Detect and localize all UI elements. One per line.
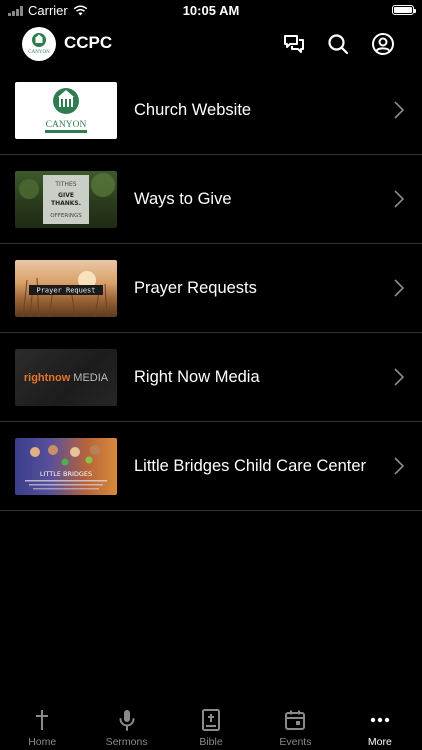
app-header: CANYON CCPC — [0, 22, 422, 66]
tab-label: More — [367, 736, 392, 748]
microphone-icon — [119, 710, 135, 731]
tab-sermons[interactable]: Sermons — [84, 700, 168, 750]
svg-text:TITHES: TITHES — [54, 181, 76, 188]
status-bar: Carrier 10:05 AM — [0, 0, 422, 22]
status-time: 10:05 AM — [182, 3, 240, 18]
svg-text:THANKS.: THANKS. — [51, 200, 81, 207]
list-item-label: Church Website — [134, 101, 252, 119]
list-item-right-now-media[interactable]: rightnow MEDIA Right Now Media — [0, 333, 422, 422]
church-website-thumbnail: CANYON — [15, 82, 117, 139]
svg-text:CANYON: CANYON — [46, 120, 87, 130]
list-item-prayer-requests[interactable]: Prayer Request Prayer Requests — [0, 244, 422, 333]
list-item-label: Little Bridges Child Care Center — [134, 457, 367, 475]
chat-icon[interactable] — [282, 32, 306, 56]
chevron-right-icon — [394, 368, 404, 386]
prayer-requests-thumbnail: Prayer Request — [15, 260, 117, 317]
search-icon[interactable] — [326, 32, 350, 56]
list-item-church-website[interactable]: CANYON Church Website — [0, 66, 422, 155]
tab-bar: Home Sermons Bible Events More — [0, 700, 422, 750]
list-item-label: Prayer Requests — [134, 279, 257, 297]
app-logo[interactable]: CANYON — [22, 27, 56, 61]
tab-label: Sermons — [105, 736, 148, 748]
profile-icon[interactable] — [371, 32, 395, 56]
church-logo-icon: CANYON — [28, 33, 50, 55]
tab-label: Bible — [199, 736, 223, 748]
tab-home[interactable]: Home — [0, 700, 84, 750]
battery-icon — [392, 5, 416, 15]
chevron-right-icon — [394, 190, 404, 208]
svg-text:rightnowMEDIA: rightnow MEDIA — [24, 372, 109, 384]
right-now-media-thumbnail: rightnow MEDIA — [15, 349, 117, 406]
logo-text: CANYON — [28, 50, 50, 55]
ways-to-give-thumbnail: TITHES GIVE THANKS. OFFERINGS — [15, 171, 117, 228]
list-item-label: Right Now Media — [134, 368, 260, 386]
list-item-label: Ways to Give — [134, 190, 232, 208]
more-icon — [370, 717, 390, 723]
more-list: CANYON Church Website TITHES GIVE THANKS… — [0, 66, 422, 511]
canyon-logo-icon: CANYON — [45, 88, 87, 133]
svg-text:LITTLE BRIDGES: LITTLE BRIDGES — [40, 470, 92, 478]
calendar-icon — [285, 710, 306, 730]
chevron-right-icon — [394, 279, 404, 297]
chevron-right-icon — [394, 101, 404, 119]
little-bridges-thumbnail: LITTLE BRIDGES — [15, 438, 117, 495]
tab-label: Home — [28, 736, 57, 748]
chevron-right-icon — [394, 457, 404, 475]
svg-text:OFFERINGS: OFFERINGS — [50, 213, 82, 219]
svg-text:GIVE: GIVE — [58, 192, 74, 199]
list-item-ways-to-give[interactable]: TITHES GIVE THANKS. OFFERINGS Ways to Gi… — [0, 155, 422, 244]
tab-events[interactable]: Events — [253, 700, 337, 750]
svg-text:Prayer Request: Prayer Request — [36, 287, 95, 295]
tab-more[interactable]: More — [338, 700, 422, 750]
app-title: CCPC — [64, 33, 113, 52]
list-item-little-bridges[interactable]: LITTLE BRIDGES Little Bridges Child Care… — [0, 422, 422, 511]
tab-bible[interactable]: Bible — [169, 700, 253, 750]
tab-label: Events — [279, 736, 312, 748]
cross-icon — [36, 710, 49, 730]
bible-icon — [202, 709, 221, 731]
